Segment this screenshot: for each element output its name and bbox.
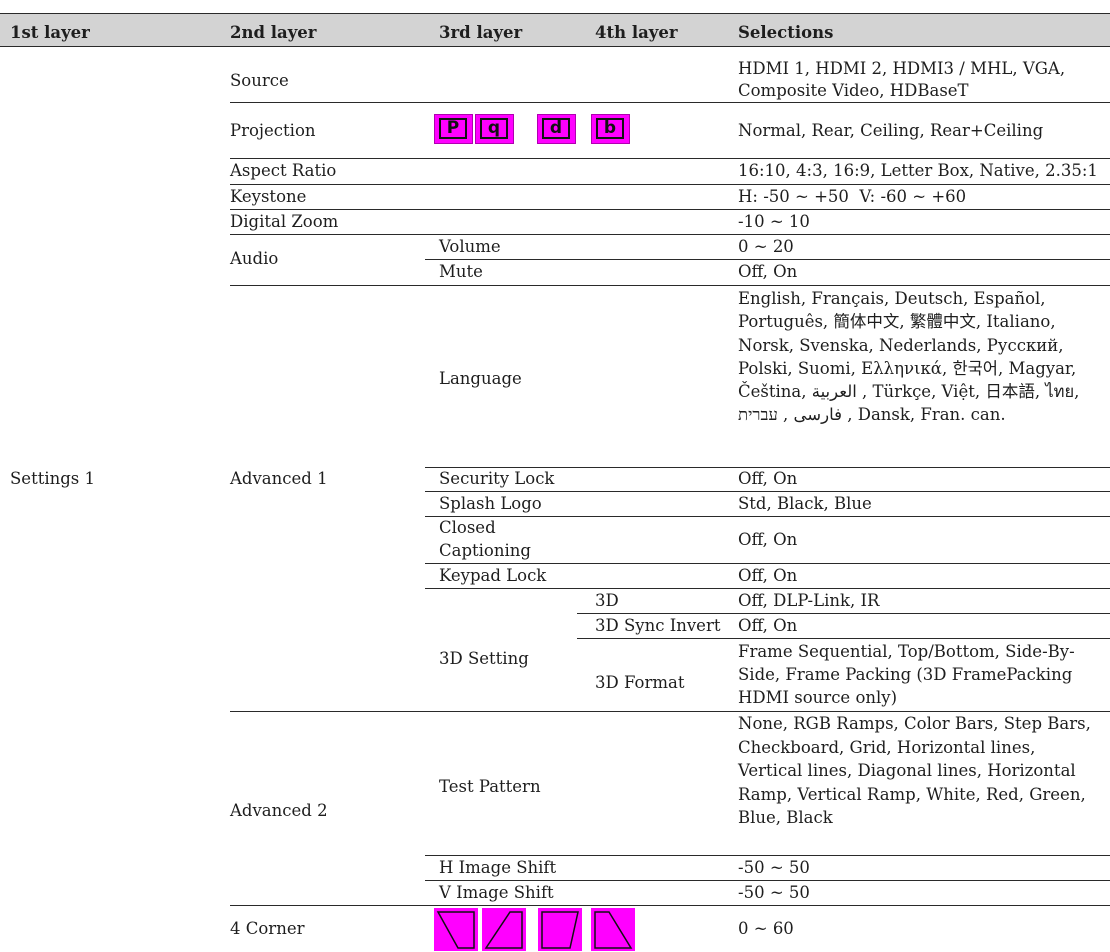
sel-mute: Off, On [738, 262, 798, 281]
header-top-rule [0, 13, 1110, 14]
rule [577, 613, 1110, 614]
cell-h-image-shift: H Image Shift [439, 858, 557, 877]
header-4th-layer: 4th layer [595, 23, 678, 42]
rule [230, 234, 1110, 235]
sel-3d-format: Frame Sequential, Top/Bottom, Side-By-Si… [738, 642, 1075, 707]
rule [425, 563, 1110, 564]
header-1st-layer: 1st layer [10, 23, 90, 42]
cell-security-lock: Security Lock [439, 469, 555, 488]
rule [577, 638, 1110, 639]
cell-splash-logo: Splash Logo [439, 494, 542, 513]
cell-settings-1: Settings 1 [10, 469, 96, 488]
sel-h-image-shift: -50 ~ 50 [738, 858, 810, 877]
cell-volume: Volume [439, 237, 501, 256]
cell-closed-captioning-1: Closed [439, 518, 496, 537]
projection-front-icon: P [434, 114, 473, 144]
sel-test-pattern: None, RGB Ramps, Color Bars, Step Bars, … [738, 714, 1091, 827]
header-2nd-layer: 2nd layer [230, 23, 317, 42]
cell-keystone: Keystone [230, 187, 307, 206]
sel-source: HDMI 1, HDMI 2, HDMI3 / MHL, VGA, Compos… [738, 59, 1066, 100]
projection-rear-icon: q [475, 114, 514, 144]
cell-test-pattern: Test Pattern [439, 777, 541, 796]
cell-3d-setting: 3D Setting [439, 649, 529, 668]
rule [425, 491, 1110, 492]
rule [230, 905, 1110, 906]
projection-rear-ceiling-icon: b [591, 114, 630, 144]
cell-digital-zoom: Digital Zoom [230, 212, 339, 231]
sel-splash-logo: Std, Black, Blue [738, 494, 872, 513]
cell-3d-sync-invert: 3D Sync Invert [595, 616, 721, 635]
rule [425, 516, 1110, 517]
cell-closed-captioning-2: Captioning [439, 541, 531, 560]
cell-language: Language [439, 369, 522, 388]
cell-audio: Audio [230, 249, 279, 268]
cell-v-image-shift: V Image Shift [439, 883, 554, 902]
corner-bottom-right-icon [591, 908, 635, 951]
cell-keypad-lock: Keypad Lock [439, 566, 547, 585]
sel-v-image-shift: -50 ~ 50 [738, 883, 810, 902]
sel-closed-captioning: Off, On [738, 530, 798, 549]
cell-advanced-2: Advanced 2 [230, 801, 328, 820]
sel-4-corner: 0 ~ 60 [738, 919, 794, 938]
projection-ceiling-icon: d [537, 114, 576, 144]
corner-top-left-icon [434, 908, 478, 951]
sel-volume: 0 ~ 20 [738, 237, 794, 256]
rule [230, 102, 1110, 103]
header-bottom-rule [0, 46, 1110, 47]
rule [230, 158, 1110, 159]
sel-language: English, Français, Deutsch, Español, Por… [738, 289, 1080, 425]
corner-top-right-icon [482, 908, 526, 951]
sel-security-lock: Off, On [738, 469, 798, 488]
corner-bottom-left-icon [538, 908, 582, 951]
cell-source: Source [230, 71, 289, 90]
rule [425, 880, 1110, 881]
header-3rd-layer: 3rd layer [439, 23, 523, 42]
cell-3d: 3D [595, 591, 619, 610]
table-header-bg [0, 13, 1110, 46]
rule [425, 855, 1110, 856]
sel-3d: Off, DLP-Link, IR [738, 591, 880, 610]
rule [425, 259, 1110, 260]
cell-4-corner: 4 Corner [230, 919, 305, 938]
sel-3d-sync-invert: Off, On [738, 616, 798, 635]
rule [230, 184, 1110, 185]
rule [425, 588, 1110, 589]
cell-mute: Mute [439, 262, 483, 281]
cell-3d-format: 3D Format [595, 673, 685, 692]
sel-projection: Normal, Rear, Ceiling, Rear+Ceiling [738, 121, 1044, 140]
sel-keypad-lock: Off, On [738, 566, 798, 585]
header-selections: Selections [738, 23, 834, 42]
cell-advanced-1: Advanced 1 [230, 469, 328, 488]
rule [230, 285, 1110, 286]
cell-projection: Projection [230, 121, 316, 140]
rule [230, 209, 1110, 210]
cell-aspect-ratio: Aspect Ratio [230, 161, 337, 180]
sel-keystone: H: -50 ~ +50 V: -60 ~ +60 [738, 187, 967, 206]
sel-digital-zoom: -10 ~ 10 [738, 212, 810, 231]
sel-aspect-ratio: 16:10, 4:3, 16:9, Letter Box, Native, 2.… [738, 161, 1098, 180]
